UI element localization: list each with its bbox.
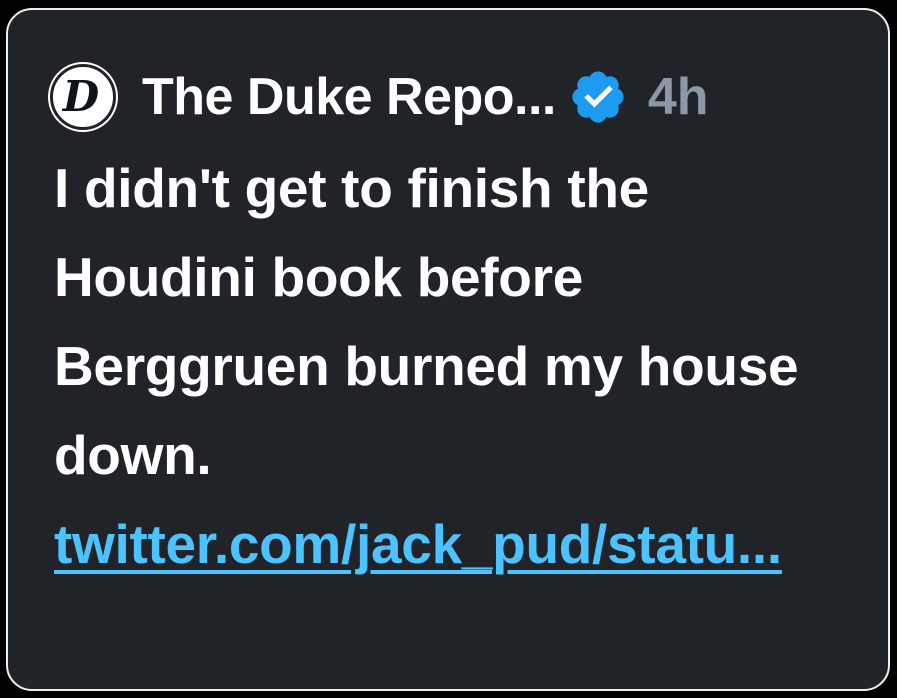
- tweet-body: I didn't get to finish the Houdini book …: [54, 144, 854, 589]
- author-name[interactable]: The Duke Repo...: [142, 67, 556, 127]
- tweet-text: I didn't get to finish the Houdini book …: [54, 157, 799, 486]
- tweet-header: D The Duke Repo... 4h: [50, 62, 709, 132]
- tweet-link[interactable]: twitter.com/jack_pud/statu...: [54, 513, 782, 575]
- timestamp[interactable]: 4h: [648, 67, 709, 127]
- verified-badge-icon: [572, 71, 624, 123]
- avatar[interactable]: D: [50, 64, 116, 130]
- tweet-card[interactable]: D The Duke Repo... 4h I didn't get to fi…: [6, 8, 890, 691]
- avatar-letter: D: [62, 72, 100, 121]
